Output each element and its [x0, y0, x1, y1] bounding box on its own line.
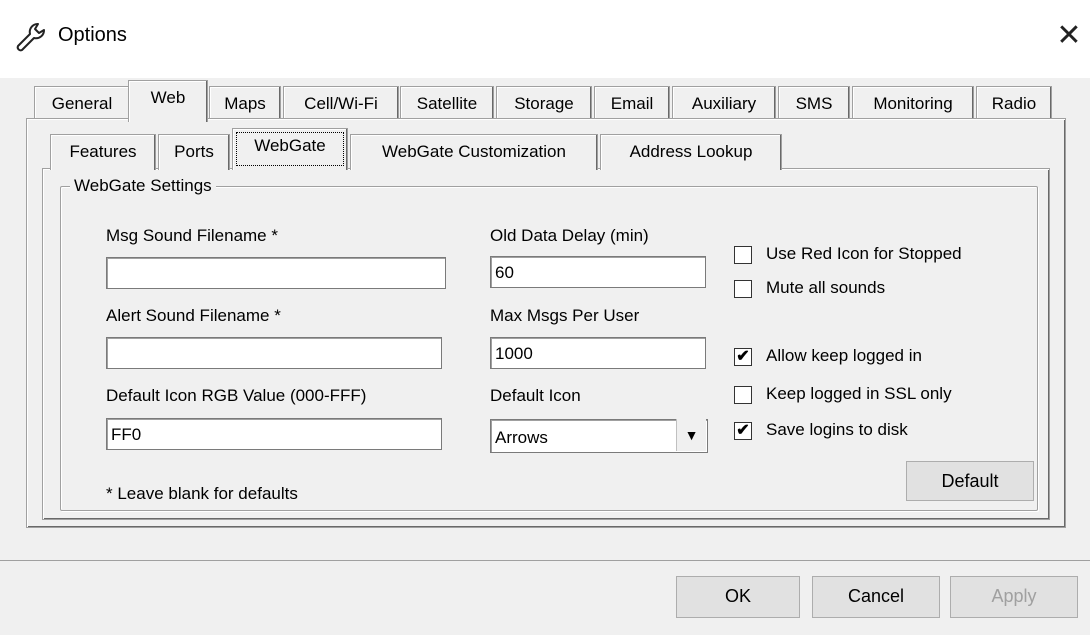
title-bar: Options ✕	[0, 0, 1090, 78]
tab-webgate[interactable]: WebGate	[232, 128, 348, 170]
tab-maps[interactable]: Maps	[209, 86, 281, 122]
tab-general[interactable]: General	[34, 86, 130, 122]
mute-sounds-checkbox[interactable]	[734, 280, 752, 298]
tab-monitoring[interactable]: Monitoring	[852, 86, 974, 122]
keep-logged-ssl-label: Keep logged in SSL only	[766, 384, 952, 403]
default-button[interactable]: Default	[906, 461, 1034, 501]
tab-webgate-customization[interactable]: WebGate Customization	[350, 134, 598, 170]
mute-sounds-label: Mute all sounds	[766, 278, 886, 297]
alert-sound-label: Alert Sound Filename *	[106, 306, 281, 325]
tab-email[interactable]: Email	[594, 86, 670, 122]
default-rgb-label: Default Icon RGB Value (000-FFF)	[106, 386, 367, 405]
save-logins-label: Save logins to disk	[766, 420, 908, 439]
tab-web[interactable]: Web	[128, 80, 208, 122]
max-msgs-label: Max Msgs Per User	[490, 306, 640, 325]
old-data-delay-label: Old Data Delay (min)	[490, 226, 649, 245]
cancel-button[interactable]: Cancel	[812, 576, 940, 618]
tab-auxiliary[interactable]: Auxiliary	[672, 86, 776, 122]
tab-storage[interactable]: Storage	[496, 86, 592, 122]
msg-sound-input[interactable]	[106, 257, 446, 289]
tab-features[interactable]: Features	[50, 134, 156, 170]
close-icon[interactable]: ✕	[1052, 18, 1086, 56]
alert-sound-input[interactable]	[106, 337, 442, 369]
allow-keep-logged-label: Allow keep logged in	[766, 346, 922, 365]
default-icon-label: Default Icon	[490, 386, 581, 405]
save-logins-checkbox[interactable]: ✔	[734, 422, 752, 440]
allow-keep-logged-checkbox[interactable]: ✔	[734, 348, 752, 366]
chevron-down-icon[interactable]: ▼	[676, 419, 706, 451]
max-msgs-input[interactable]: 1000	[490, 337, 706, 369]
wrench-icon	[16, 23, 45, 52]
msg-sound-label: Msg Sound Filename *	[106, 226, 278, 245]
tab-cell-wifi[interactable]: Cell/Wi-Fi	[283, 86, 399, 122]
default-rgb-input[interactable]: FF0	[106, 418, 442, 450]
tab-address-lookup[interactable]: Address Lookup	[600, 134, 782, 170]
divider	[0, 560, 1090, 561]
use-red-icon-label: Use Red Icon for Stopped	[766, 244, 962, 263]
tab-sms[interactable]: SMS	[778, 86, 850, 122]
leave-blank-note: * Leave blank for defaults	[106, 484, 298, 503]
window-title: Options	[58, 24, 127, 46]
keep-logged-ssl-checkbox[interactable]	[734, 386, 752, 404]
ok-button[interactable]: OK	[676, 576, 800, 618]
tab-satellite[interactable]: Satellite	[400, 86, 494, 122]
tab-ports[interactable]: Ports	[158, 134, 230, 170]
old-data-delay-input[interactable]: 60	[490, 256, 706, 288]
tab-radio[interactable]: Radio	[976, 86, 1052, 122]
group-title: WebGate Settings	[70, 176, 216, 196]
use-red-icon-checkbox[interactable]	[734, 246, 752, 264]
apply-button[interactable]: Apply	[950, 576, 1078, 618]
